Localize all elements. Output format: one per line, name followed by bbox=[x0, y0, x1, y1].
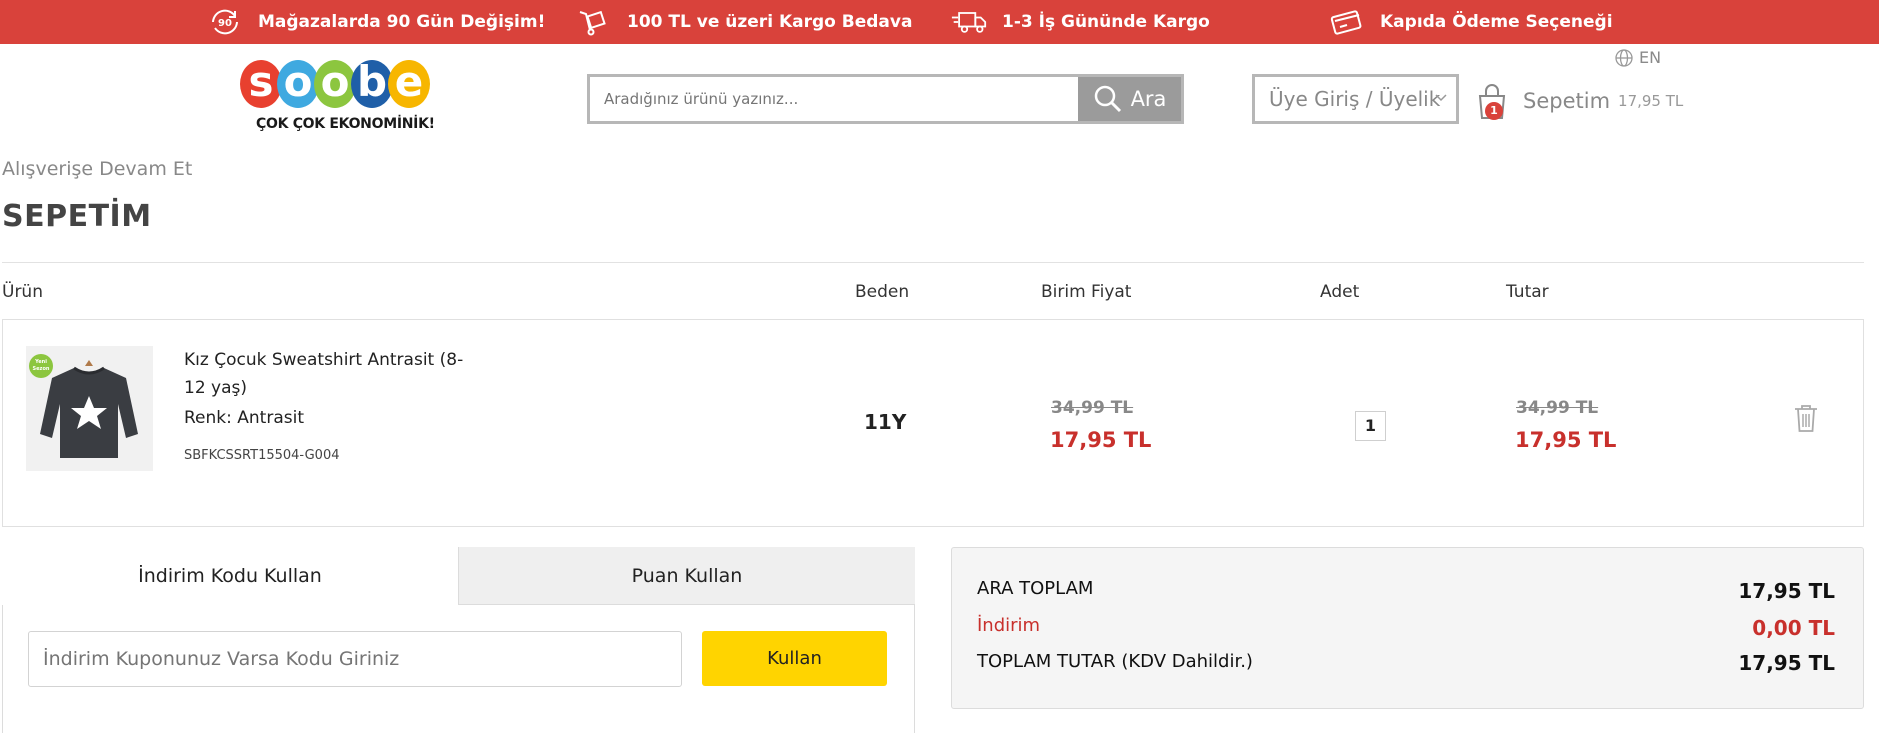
search-input[interactable] bbox=[590, 77, 1078, 121]
discount-label: İndirim bbox=[977, 615, 1041, 636]
column-header-size: Beden bbox=[855, 282, 910, 302]
logo-letter: o bbox=[314, 60, 356, 108]
language-switch[interactable]: EN bbox=[1615, 48, 1661, 67]
unit-old-price: 34,99 TL bbox=[1051, 398, 1134, 418]
logo-letter: e bbox=[388, 60, 430, 108]
promo-item-exchange: 90 Mağazalarda 90 Gün Değişim! bbox=[206, 0, 545, 44]
apply-coupon-button[interactable]: Kullan bbox=[702, 631, 887, 686]
column-header-product: Ürün bbox=[2, 282, 43, 302]
product-name[interactable]: Kız Çocuk Sweatshirt Antrasit (8-12 yaş) bbox=[184, 346, 474, 402]
grand-total-value: 17,95 TL bbox=[1738, 651, 1835, 675]
total-old-price: 34,99 TL bbox=[1516, 398, 1599, 418]
cart-label: Sepetim bbox=[1523, 89, 1611, 113]
site-logo[interactable]: soobe ÇOK ÇOK EKONOMİNİK! bbox=[240, 60, 440, 140]
divider bbox=[2, 262, 1864, 263]
column-header-unit-price: Birim Fiyat bbox=[1041, 282, 1132, 302]
cart-amount: 17,95 TL bbox=[1618, 92, 1684, 110]
header-cart[interactable]: 1 Sepetim 17,95 TL bbox=[1475, 82, 1683, 120]
coupon-code-input[interactable] bbox=[28, 631, 682, 687]
globe-icon bbox=[1615, 48, 1633, 67]
search-button-label: Ara bbox=[1130, 87, 1167, 111]
column-header-quantity: Adet bbox=[1320, 282, 1360, 302]
subtotal-value: 17,95 TL bbox=[1738, 579, 1835, 603]
search-button[interactable]: Ara bbox=[1078, 77, 1181, 121]
continue-shopping-link[interactable]: Alışverişe Devam Et bbox=[2, 158, 192, 180]
chevron-down-icon bbox=[1435, 94, 1447, 102]
product-size: 11Y bbox=[864, 410, 907, 434]
page-title: SEPETİM bbox=[2, 199, 152, 234]
payment-card-icon bbox=[1328, 7, 1366, 37]
grand-total-label: TOPLAM TUTAR (KDV Dahildir.) bbox=[977, 651, 1253, 672]
promo-bar: 90 Mağazalarda 90 Gün Değişim! 100 TL ve… bbox=[0, 0, 1879, 44]
promo-label: 1-3 İş Gününde Kargo bbox=[1002, 12, 1210, 32]
logo-letter: b bbox=[351, 60, 393, 108]
tab-discount-code[interactable]: İndirim Kodu Kullan bbox=[2, 547, 458, 605]
trash-icon bbox=[1795, 405, 1817, 432]
cargo-trolley-icon bbox=[575, 7, 613, 37]
language-label: EN bbox=[1639, 48, 1662, 67]
tab-use-points[interactable]: Puan Kullan bbox=[458, 547, 915, 605]
svg-text:90: 90 bbox=[218, 18, 232, 29]
logo-letter: o bbox=[277, 60, 319, 108]
promo-label: Mağazalarda 90 Gün Değişim! bbox=[258, 12, 546, 32]
promo-item-free-shipping: 100 TL ve üzeri Kargo Bedava bbox=[575, 0, 912, 44]
discount-value: 0,00 TL bbox=[1752, 616, 1835, 640]
remove-item-button[interactable] bbox=[1792, 402, 1820, 434]
promo-label: Kapıda Ödeme Seçeneği bbox=[1380, 12, 1613, 32]
total-price: 17,95 TL bbox=[1515, 428, 1617, 452]
cart-count-badge: 1 bbox=[1485, 102, 1503, 120]
search-bar: Ara bbox=[587, 74, 1184, 124]
order-summary bbox=[951, 547, 1864, 709]
promo-item-cash-on-delivery: Kapıda Ödeme Seçeneği bbox=[1328, 0, 1613, 44]
product-sku: SBFKCSSRT15504-G004 bbox=[184, 448, 340, 463]
delivery-truck-icon bbox=[950, 7, 988, 37]
logo-tagline: ÇOK ÇOK EKONOMİNİK! bbox=[256, 116, 435, 132]
search-icon bbox=[1094, 85, 1121, 113]
new-season-badge: Yeni Sezon bbox=[29, 354, 53, 378]
promo-item-delivery: 1-3 İş Gününde Kargo bbox=[950, 0, 1210, 44]
logo-letter: s bbox=[240, 60, 282, 108]
unit-price: 17,95 TL bbox=[1050, 428, 1152, 452]
90-days-exchange-icon: 90 bbox=[206, 7, 244, 37]
login-label: Üye Giriş / Üyelik bbox=[1269, 87, 1441, 111]
subtotal-label: ARA TOPLAM bbox=[977, 578, 1094, 599]
promo-label: 100 TL ve üzeri Kargo Bedava bbox=[627, 12, 913, 32]
shopping-bag-icon: 1 bbox=[1475, 82, 1509, 120]
product-image[interactable]: Yeni Sezon bbox=[26, 346, 153, 471]
quantity-field[interactable]: 1 bbox=[1355, 411, 1386, 441]
column-header-total: Tutar bbox=[1506, 282, 1549, 302]
logo-wordmark: soobe bbox=[240, 60, 430, 110]
login-dropdown[interactable]: Üye Giriş / Üyelik bbox=[1252, 74, 1459, 124]
product-color: Renk: Antrasit bbox=[184, 408, 304, 428]
